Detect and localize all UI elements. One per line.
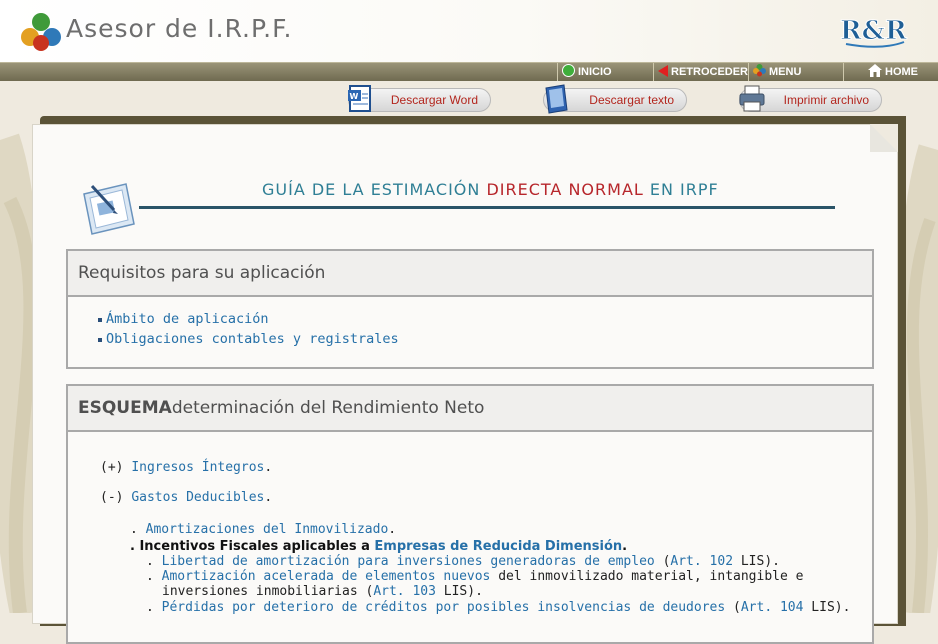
printer-icon (739, 85, 765, 112)
house-icon (868, 64, 882, 80)
bullet-dot: . (146, 569, 162, 584)
gastos-dot: . (264, 490, 273, 505)
gastos-row: (-) Gastos Deducibles. (100, 490, 272, 505)
nav-inicio[interactable]: INICIO (557, 63, 653, 81)
main-panel: GUÍA DE LA ESTIMACIÓN DIRECTA NORMAL EN … (32, 124, 898, 644)
acelerada-row-2: inversiones inmobiliarias (Art. 103 LIS)… (162, 584, 483, 599)
gastos-sign: (-) (100, 490, 124, 505)
guide-title-part1: GUÍA DE LA ESTIMACIÓN (262, 180, 487, 199)
esquema-box: ESQUEMA determinación del Rendimiento Ne… (66, 384, 874, 644)
guide-title-highlight: DIRECTA NORMAL (486, 180, 644, 199)
download-word-button[interactable]: W Descargar Word (348, 85, 491, 112)
ingresos-link[interactable]: Ingresos Íntegros (131, 460, 264, 475)
app-title: Asesor de I.R.P.F. (66, 14, 293, 43)
lis-suffix: LIS). (733, 554, 780, 569)
print-file-button[interactable]: Imprimir archivo (739, 85, 882, 112)
nav-bar: INICIO RETROCEDER MENU HOME (0, 62, 938, 81)
amortizaciones-dot: . (388, 522, 397, 537)
guide-title-part2: EN IRPF (643, 180, 719, 199)
requisitos-list: Ámbito de aplicación Obligaciones contab… (68, 311, 872, 351)
art-102-link[interactable]: Art. 102 (670, 554, 733, 569)
guide-title-underline (139, 206, 835, 209)
nav-home-label: HOME (885, 66, 918, 78)
art-103-link[interactable]: Art. 103 (373, 584, 436, 599)
guide-title: GUÍA DE LA ESTIMACIÓN DIRECTA NORMAL EN … (262, 180, 719, 199)
back-arrow-icon (658, 64, 668, 80)
word-document-icon: W (348, 85, 371, 112)
incentivos-bold: Incentivos Fiscales aplicables a (139, 539, 375, 554)
requisitos-heading: Requisitos para su aplicación (68, 251, 872, 297)
amortizaciones-row: . Amortizaciones del Inmovilizado. (130, 522, 396, 537)
requisitos-box: Requisitos para su aplicación Ámbito de … (66, 249, 874, 369)
obligaciones-link[interactable]: Obligaciones contables y registrales (106, 331, 399, 347)
text-document-icon (545, 84, 568, 114)
amortizaciones-link[interactable]: Amortizaciones del Inmovilizado (146, 522, 389, 537)
home-circle-icon (562, 64, 575, 80)
nav-inicio-label: INICIO (578, 66, 612, 78)
nav-retroceder-label: RETROCEDER (671, 66, 749, 78)
lis-suffix: LIS). (435, 584, 483, 599)
empresas-reducida-link[interactable]: Empresas de Reducida Dimensión (374, 539, 622, 554)
download-text-button[interactable]: Descargar texto (543, 84, 687, 114)
nav-home[interactable]: HOME (843, 63, 938, 81)
nav-menu-label: MENU (769, 66, 802, 78)
bullet-dot: . (146, 554, 162, 569)
acelerada-text: del inmovilizado material, intangible e (490, 569, 804, 584)
amortizacion-acelerada-link[interactable]: Amortización acelerada de elementos nuev… (162, 569, 491, 584)
menu-dots-icon (753, 64, 766, 80)
esquema-heading-bold: ESQUEMA (78, 398, 172, 418)
download-word-label: Descargar Word (390, 93, 478, 107)
brand-logo-icon: R&R (840, 16, 908, 48)
app-logo-icon (21, 13, 61, 51)
esquema-heading: ESQUEMA determinación del Rendimiento Ne… (68, 386, 872, 432)
download-text-label: Descargar texto (589, 93, 674, 107)
page-fold-corner (870, 124, 898, 152)
list-item: Obligaciones contables y registrales (98, 331, 872, 351)
brand-logo-text: R&R (840, 16, 907, 46)
libertad-row: . Libertad de amortización para inversio… (146, 554, 780, 569)
ingresos-sign: (+) (100, 460, 124, 475)
nav-menu[interactable]: MENU (748, 63, 843, 81)
ingresos-row: (+) Ingresos Íntegros. (100, 460, 272, 475)
svg-text:W: W (350, 92, 359, 101)
app-header: Asesor de I.R.P.F. R&R (0, 0, 938, 62)
incentivos-row: . Incentivos Fiscales aplicables a Empre… (130, 539, 627, 554)
esquema-heading-rest: determinación del Rendimiento Neto (171, 398, 485, 418)
ingresos-dot: . (264, 460, 273, 475)
print-file-label: Imprimir archivo (783, 93, 869, 107)
incentivos-dot: . (622, 539, 628, 554)
bullet-dot: . (130, 522, 146, 537)
ambito-link[interactable]: Ámbito de aplicación (106, 311, 269, 327)
acelerada-row: . Amortización acelerada de elementos nu… (146, 569, 803, 584)
guide-document-icon (83, 183, 135, 235)
acelerada-text-2: inversiones inmobiliarias ( (162, 584, 374, 599)
nav-retroceder[interactable]: RETROCEDER (653, 63, 748, 81)
list-item: Ámbito de aplicación (98, 311, 872, 331)
libertad-amortizacion-link[interactable]: Libertad de amortización para inversione… (162, 554, 655, 569)
gastos-link[interactable]: Gastos Deducibles (131, 490, 264, 505)
